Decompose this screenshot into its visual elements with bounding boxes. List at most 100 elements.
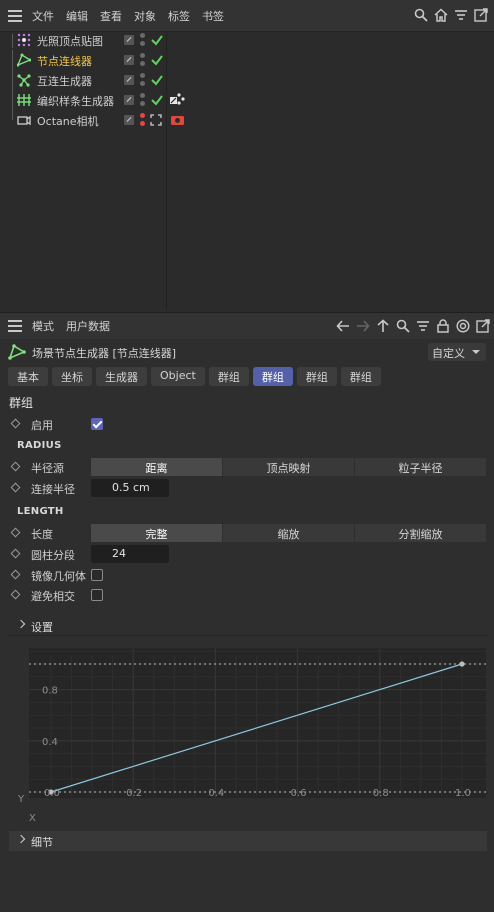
edit-icon[interactable] xyxy=(124,75,134,85)
check-icon[interactable] xyxy=(150,33,164,47)
object-name: 互连生成器 xyxy=(37,75,92,88)
list-item[interactable]: 光照顶点贴图 xyxy=(0,30,494,50)
length-option[interactable]: 完整 xyxy=(91,524,222,542)
menu-icon[interactable] xyxy=(8,9,24,22)
octane-camera-tag-icon[interactable] xyxy=(171,114,184,126)
check-icon[interactable] xyxy=(150,93,164,107)
spline-graph-canvas[interactable]: 0.0 0.2 0.4 0.6 0.8 1.0 0.4 0.8 xyxy=(29,637,486,799)
x-tick-label: 0.8 xyxy=(373,788,389,798)
visibility-dots[interactable] xyxy=(140,73,146,87)
keyframe-diamond-icon[interactable] xyxy=(10,461,21,472)
back-arrow-icon[interactable] xyxy=(335,318,350,334)
radius-source-row: 半径源 距离 顶点映射 粒子半径 xyxy=(0,457,494,477)
keyframe-diamond-icon[interactable] xyxy=(10,482,21,493)
radius-header: RADIUS xyxy=(17,440,62,451)
menu-mode[interactable]: 模式 xyxy=(32,318,54,334)
list-item[interactable]: Octane相机 xyxy=(0,110,494,130)
spline-graph[interactable]: 0.0 0.2 0.4 0.6 0.8 1.0 0.4 0.8 xyxy=(29,637,486,799)
menu-tags[interactable]: 标签 xyxy=(168,8,190,24)
attribute-manager: 模式 用户数据 场景节点生成器 [节点连线器] 自定义 基本 坐标 生成器 Ob… xyxy=(0,312,494,912)
check-icon[interactable] xyxy=(150,73,164,87)
x-tick-label: 0.2 xyxy=(126,788,142,798)
param-label: 连接半径 xyxy=(31,483,75,496)
radius-source-option[interactable]: 顶点映射 xyxy=(223,458,354,476)
radius-source-option[interactable]: 粒子半径 xyxy=(355,458,486,476)
forward-arrow-icon[interactable] xyxy=(355,318,370,334)
object-manager: 文件 编辑 查看 对象 标签 书签 光照顶点贴图 节点连线器 互连生成器 编织样… xyxy=(0,0,494,310)
settings-label: 设置 xyxy=(31,621,53,634)
search-icon[interactable] xyxy=(395,318,410,334)
keyframe-diamond-icon[interactable] xyxy=(10,418,21,429)
list-item[interactable]: 编织样条生成器 xyxy=(0,90,494,110)
edit-icon[interactable] xyxy=(124,55,134,65)
keyframe-diamond-icon[interactable] xyxy=(10,548,21,559)
filter-icon[interactable] xyxy=(415,318,430,334)
radius-source-option[interactable]: 距离 xyxy=(91,458,222,476)
edit-icon[interactable] xyxy=(124,35,134,45)
tab-group-2[interactable]: 群组 xyxy=(252,367,293,386)
up-arrow-icon[interactable] xyxy=(375,318,390,334)
tree-line xyxy=(12,50,13,70)
menu-user-data[interactable]: 用户数据 xyxy=(66,318,110,334)
check-icon[interactable] xyxy=(150,53,164,67)
avoid-intersect-checkbox[interactable] xyxy=(91,589,103,601)
tab-generator[interactable]: 生成器 xyxy=(96,367,147,386)
tab-coord[interactable]: 坐标 xyxy=(52,367,92,386)
details-label: 细节 xyxy=(31,836,53,849)
visibility-dots[interactable] xyxy=(140,53,146,67)
camera-icon xyxy=(17,115,31,126)
length-option[interactable]: 缩放 xyxy=(223,524,354,542)
home-icon[interactable] xyxy=(434,7,448,23)
keyframe-diamond-icon[interactable] xyxy=(10,527,21,538)
target-icon[interactable] xyxy=(455,318,470,334)
connect-radius-row: 连接半径 0.5 cm xyxy=(0,478,494,498)
length-option[interactable]: 分割缩放 xyxy=(355,524,486,542)
visibility-dots[interactable] xyxy=(140,33,146,47)
x-axis-label: X xyxy=(29,813,36,824)
tab-group-4[interactable]: 群组 xyxy=(340,367,381,386)
tab-group-1[interactable]: 群组 xyxy=(208,367,249,386)
filter-icon[interactable] xyxy=(454,7,468,23)
connect-radius-field[interactable]: 0.5 cm xyxy=(91,479,169,497)
tag-dots-icon[interactable] xyxy=(176,92,186,106)
list-item[interactable]: 节点连线器 xyxy=(0,50,494,70)
tab-group-3[interactable]: 群组 xyxy=(296,367,337,386)
new-window-icon[interactable] xyxy=(475,318,490,334)
menu-view[interactable]: 查看 xyxy=(100,8,122,24)
tab-basic[interactable]: 基本 xyxy=(8,367,48,386)
param-label: 圆柱分段 xyxy=(31,549,75,562)
keyframe-diamond-icon[interactable] xyxy=(10,589,21,600)
tab-object[interactable]: Object xyxy=(151,367,205,386)
settings-group[interactable]: 设置 xyxy=(9,616,487,636)
object-name: 编织样条生成器 xyxy=(37,95,114,108)
avoid-intersect-row: 避免相交 xyxy=(0,585,494,605)
lock-icon[interactable] xyxy=(435,318,450,334)
tree-line xyxy=(12,90,13,110)
menu-file[interactable]: 文件 xyxy=(32,8,54,24)
x-tick-label: 0.0 xyxy=(44,788,60,798)
edit-icon[interactable] xyxy=(124,115,134,125)
mirror-geometry-checkbox[interactable] xyxy=(91,569,103,581)
menu-object[interactable]: 对象 xyxy=(134,8,156,24)
menu-bookmarks[interactable]: 书签 xyxy=(202,8,224,24)
spline-point[interactable] xyxy=(459,661,465,667)
details-group[interactable]: 细节 xyxy=(9,831,487,851)
menu-icon[interactable] xyxy=(8,320,24,332)
new-window-icon[interactable] xyxy=(474,7,488,23)
chevron-right-icon xyxy=(16,619,26,629)
enable-checkbox[interactable] xyxy=(91,418,103,430)
length-selector: 完整 缩放 分割缩放 xyxy=(91,524,486,542)
search-icon[interactable] xyxy=(414,7,428,23)
target-frame-icon[interactable] xyxy=(150,114,162,126)
chevron-right-icon xyxy=(16,834,26,844)
custom-dropdown[interactable]: 自定义 xyxy=(428,343,486,361)
cylinder-segments-field[interactable]: 24 xyxy=(91,545,169,563)
keyframe-diamond-icon[interactable] xyxy=(10,569,21,580)
list-item[interactable]: 互连生成器 xyxy=(0,70,494,90)
radius-source-selector: 距离 顶点映射 粒子半径 xyxy=(91,458,486,476)
visibility-dots[interactable] xyxy=(140,113,146,127)
visibility-dots[interactable] xyxy=(140,93,146,107)
edit-icon[interactable] xyxy=(124,95,134,105)
param-label: 避免相交 xyxy=(31,590,75,603)
menu-edit[interactable]: 编辑 xyxy=(66,8,88,24)
